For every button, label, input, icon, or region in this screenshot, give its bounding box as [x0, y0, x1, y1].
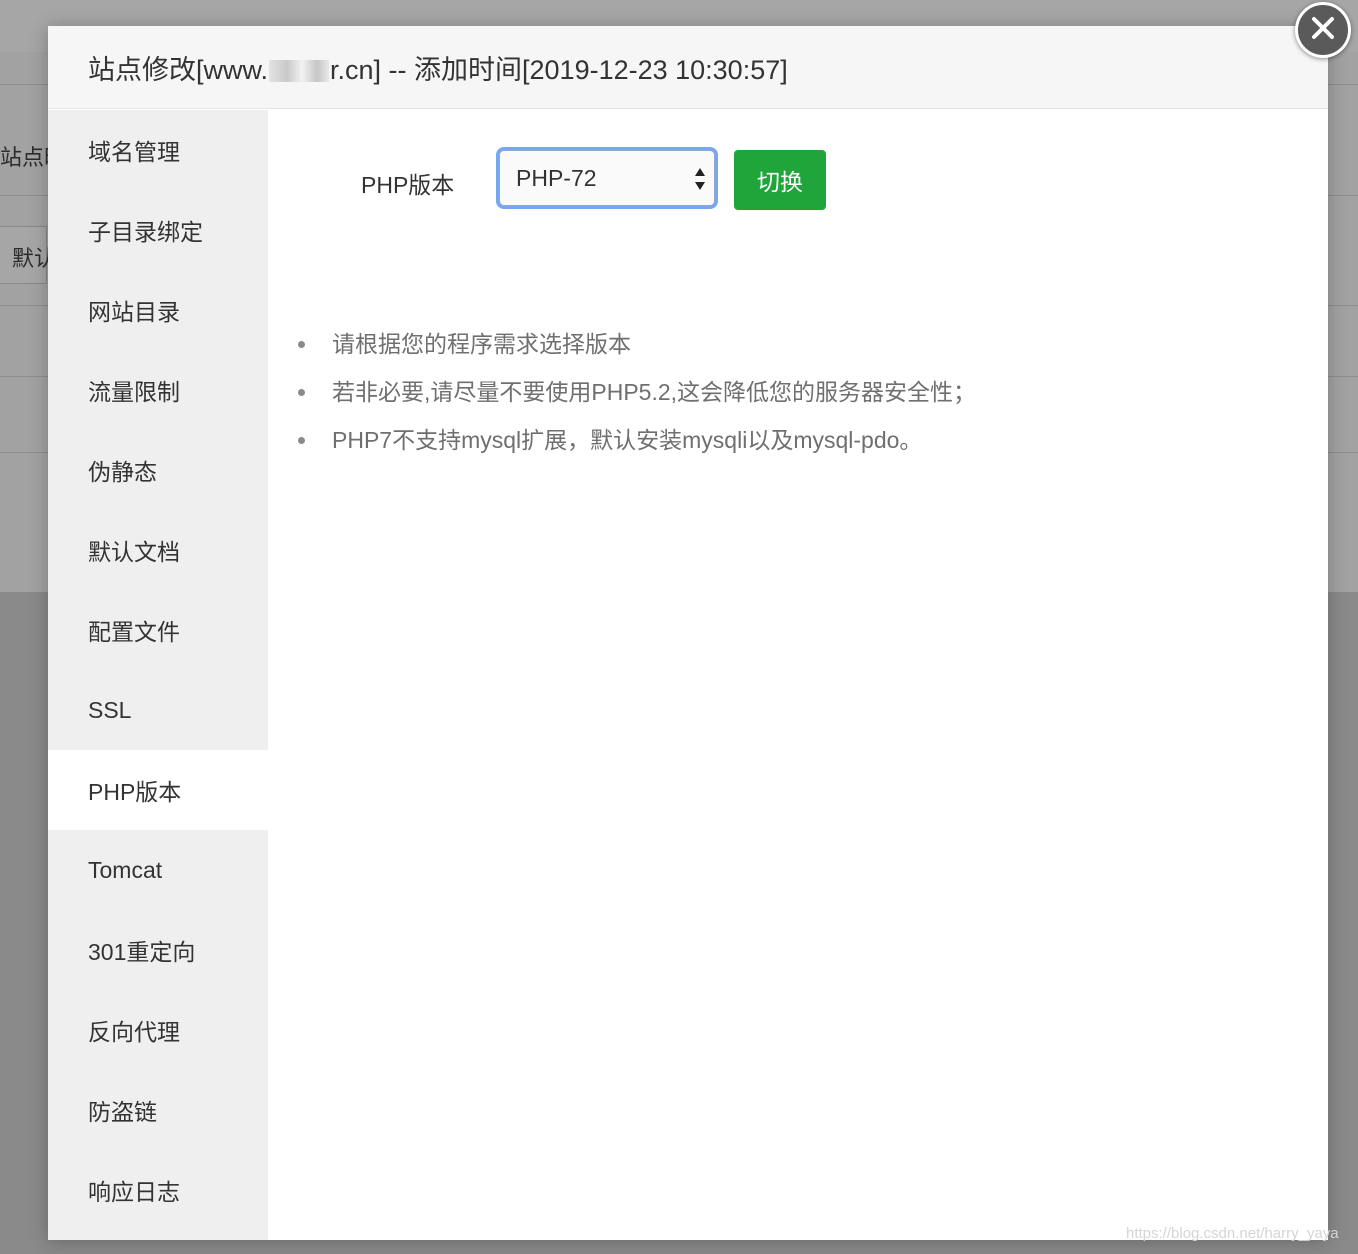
sidebar-item-response-log[interactable]: 响应日志	[48, 1150, 268, 1230]
sidebar-item-hotlink-protection[interactable]: 防盗链	[48, 1070, 268, 1150]
sidebar-item-domain[interactable]: 域名管理	[48, 110, 268, 190]
sidebar-item-label: 反向代理	[88, 1019, 180, 1045]
sidebar-item-default-doc[interactable]: 默认文档	[48, 510, 268, 590]
sidebar-item-label: 伪静态	[88, 459, 157, 485]
modal-header: 站点修改[www. r.cn] -- 添加时间[2019-12-23 10:30:…	[48, 26, 1328, 109]
tip-text: PHP7不支持mysql扩展，默认安装mysqli以及mysql-pdo。	[332, 427, 923, 453]
php-version-label: PHP版本	[361, 172, 455, 198]
sidebar-item-label: Tomcat	[88, 856, 163, 883]
site-edit-modal: 站点修改[www. r.cn] -- 添加时间[2019-12-23 10:30:…	[48, 26, 1328, 1240]
close-icon	[1310, 15, 1336, 46]
php-version-select[interactable]: PHP-72	[499, 150, 715, 206]
background-input: 默认	[0, 226, 56, 284]
list-item: 请根据您的程序需求选择版本	[298, 320, 976, 368]
sidebar-item-config-file[interactable]: 配置文件	[48, 590, 268, 670]
sidebar-item-label: 防盗链	[88, 1099, 157, 1125]
list-item: 若非必要,请尽量不要使用PHP5.2,这会降低您的服务器安全性；	[298, 368, 976, 416]
tip-text: 若非必要,请尽量不要使用PHP5.2,这会降低您的服务器安全性；	[332, 379, 977, 405]
sidebar-item-ssl[interactable]: SSL	[48, 670, 268, 750]
sidebar-item-label: 默认文档	[88, 539, 180, 565]
php-version-panel: PHP版本 PHP-72 切换 请根据您的程序需求选择版本 若非必要,请尽量不要…	[268, 110, 1328, 1240]
modal-title: 站点修改[www. r.cn] -- 添加时间[2019-12-23 10:30:…	[88, 48, 788, 87]
sidebar-item-label: 域名管理	[88, 139, 180, 165]
watermark: https://blog.csdn.net/harry_yaya	[1126, 1225, 1339, 1242]
sidebar-item-label: 301重定向	[88, 939, 196, 965]
sidebar-item-label: 子目录绑定	[88, 219, 203, 245]
close-button[interactable]	[1295, 2, 1351, 58]
sidebar-item-php-version[interactable]: PHP版本	[48, 750, 268, 830]
bullet-icon	[298, 437, 305, 444]
sidebar-item-label: SSL	[88, 696, 132, 723]
php-version-selected: PHP-72	[516, 164, 597, 191]
settings-sidebar: 域名管理 子目录绑定 网站目录 流量限制 伪静态 默认文档 配置文件 SSL P…	[48, 110, 268, 1240]
sidebar-item-redirect-301[interactable]: 301重定向	[48, 910, 268, 990]
sidebar-item-label: 流量限制	[88, 379, 180, 405]
sidebar-item-label: 配置文件	[88, 619, 180, 645]
sidebar-item-label: 响应日志	[88, 1179, 180, 1205]
list-item: PHP7不支持mysql扩展，默认安装mysqli以及mysql-pdo。	[298, 416, 976, 464]
modal-title-prefix: 站点修改[www.	[88, 54, 269, 85]
redacted-domain-block	[269, 60, 330, 83]
sidebar-item-site-directory[interactable]: 网站目录	[48, 270, 268, 350]
select-arrows-icon	[694, 166, 706, 198]
sidebar-item-reverse-proxy[interactable]: 反向代理	[48, 990, 268, 1070]
bullet-icon	[298, 389, 305, 396]
sidebar-item-traffic-limit[interactable]: 流量限制	[48, 350, 268, 430]
sidebar-item-tomcat[interactable]: Tomcat	[48, 830, 268, 910]
switch-button[interactable]: 切换	[734, 150, 826, 210]
bullet-icon	[298, 341, 305, 348]
tips-list: 请根据您的程序需求选择版本 若非必要,请尽量不要使用PHP5.2,这会降低您的服…	[298, 320, 976, 464]
modal-title-suffix: r.cn] -- 添加时间[2019-12-23 10:30:57]	[330, 54, 788, 85]
tip-text: 请根据您的程序需求选择版本	[332, 331, 631, 357]
sidebar-item-label: 网站目录	[88, 299, 180, 325]
sidebar-item-subdir-binding[interactable]: 子目录绑定	[48, 190, 268, 270]
sidebar-item-rewrite[interactable]: 伪静态	[48, 430, 268, 510]
sidebar-item-label: PHP版本	[88, 779, 182, 805]
